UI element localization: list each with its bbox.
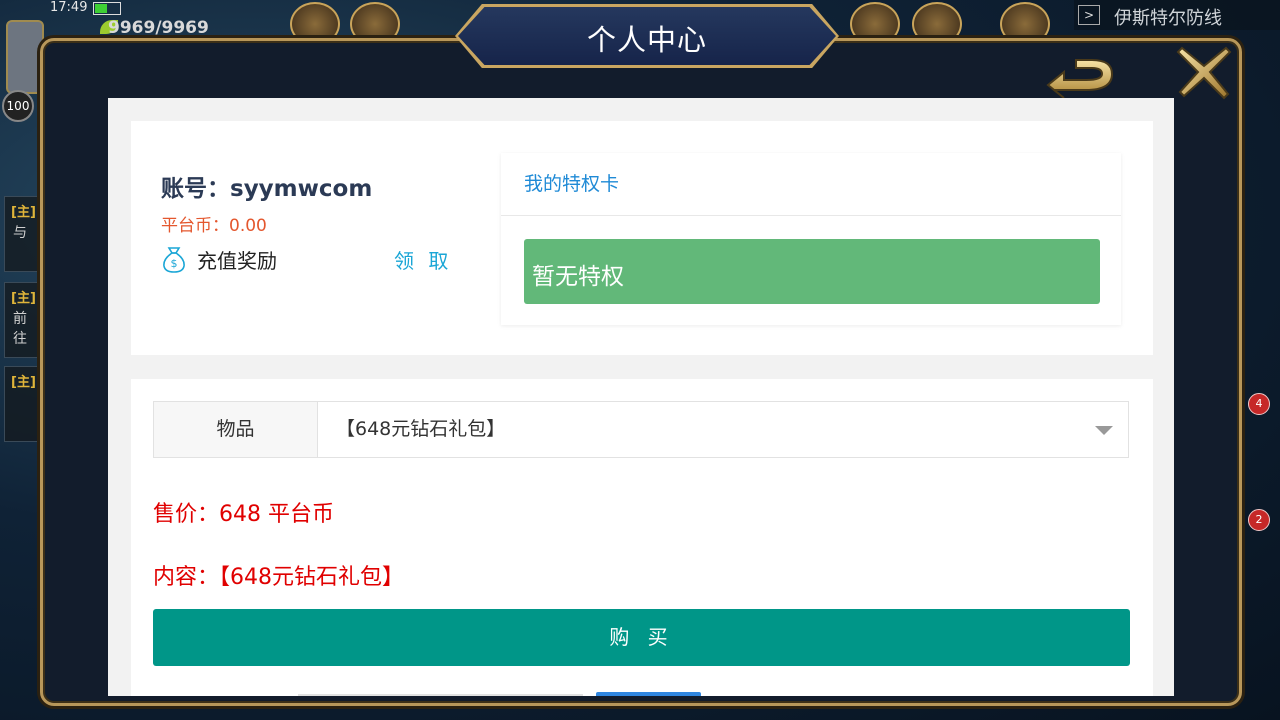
quest-item[interactable]: [主] 前往 <box>4 282 40 358</box>
battery-icon <box>93 2 121 15</box>
close-button[interactable] <box>1176 44 1232 100</box>
privilege-empty-text: 暂无特权 <box>532 264 624 290</box>
energy-value: 9969/9969 <box>108 18 209 38</box>
map-name: 伊斯特尔防线 <box>1114 8 1222 29</box>
back-button[interactable] <box>1046 52 1118 100</box>
expand-icon[interactable]: > <box>1078 5 1100 25</box>
dialog-content: 账号：syymwcom 平台币：0.00 $ 充值奖励 领 取 我的特权卡 暂无… <box>108 98 1174 696</box>
notification-badge: 4 <box>1248 393 1270 415</box>
buy-button[interactable]: 购 买 <box>153 609 1130 666</box>
map-banner[interactable]: > 伊斯特尔防线 <box>1074 0 1280 30</box>
item-select[interactable]: 物品 【648元钻石礼包】 <box>153 401 1129 458</box>
quest-item[interactable]: [主] 与 <box>4 196 40 272</box>
platform-coins: 平台币：0.00 <box>161 216 267 236</box>
purchase-card: 物品 【648元钻石礼包】 售价：648 平台币 内容：【648元钻石礼包】 购… <box>131 379 1153 696</box>
notification-badge: 2 <box>1248 509 1270 531</box>
dialog-title-bar: 个人中心 <box>455 4 839 68</box>
dialog-title: 个人中心 <box>586 23 707 57</box>
account-name: 账号：syymwcom <box>161 176 373 202</box>
recharge-reward: $ 充值奖励 <box>161 245 277 279</box>
item-select-label: 物品 <box>154 402 318 457</box>
close-icon <box>1176 46 1232 100</box>
next-input-field[interactable] <box>298 694 583 696</box>
back-arrow-icon <box>1046 59 1114 99</box>
chevron-down-icon[interactable] <box>1095 426 1113 435</box>
price-text: 售价：648 平台币 <box>153 502 334 527</box>
svg-text:$: $ <box>171 257 178 270</box>
privilege-empty-box: 暂无特权 <box>524 239 1100 304</box>
next-button[interactable] <box>596 692 701 696</box>
claim-button[interactable]: 领 取 <box>394 245 452 274</box>
money-bag-icon: $ <box>161 246 187 279</box>
recharge-reward-label: 充值奖励 <box>197 249 277 273</box>
player-avatar[interactable] <box>6 20 44 94</box>
privilege-panel: 我的特权卡 暂无特权 <box>501 153 1121 325</box>
quest-item[interactable]: [主] <box>4 366 40 442</box>
status-time: 17:49 <box>50 0 88 15</box>
privilege-title[interactable]: 我的特权卡 <box>524 169 619 196</box>
player-level: 100 <box>2 90 34 122</box>
item-select-value[interactable]: 【648元钻石礼包】 <box>336 402 505 457</box>
account-card: 账号：syymwcom 平台币：0.00 $ 充值奖励 领 取 我的特权卡 暂无… <box>131 121 1153 355</box>
content-text: 内容：【648元钻石礼包】 <box>153 565 404 590</box>
divider <box>501 215 1121 216</box>
